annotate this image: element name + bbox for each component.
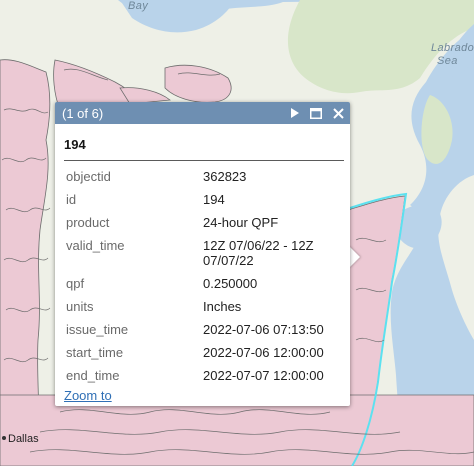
map-label-city: Dallas [8,433,39,445]
attribute-value: Inches [203,299,242,314]
attribute-row: valid_time 12Z 07/06/22 - 12Z 07/07/22 [66,234,336,272]
popup-pointer [349,246,360,268]
attribute-value: 0.250000 [203,276,258,291]
attribute-value: 24-hour QPF [203,215,279,230]
attribute-row: id 194 [66,188,336,211]
attribute-name: units [66,299,94,314]
attribute-row: start_time 2022-07-06 12:00:00 [66,341,336,364]
next-triangle-icon[interactable] [288,107,300,119]
attribute-value-line: 12Z 07/06/22 - 12Z [203,238,314,253]
attribute-name: end_time [66,368,120,383]
attribute-name: id [66,192,77,207]
attribute-name: product [66,215,110,230]
map-label-bay: Bay [128,0,149,12]
attribute-row: units Inches [66,295,336,318]
attribute-value: 2022-07-06 12:00:00 [203,345,324,360]
map-label-sea: Sea [437,55,458,67]
attribute-row: end_time 2022-07-07 12:00:00 [66,364,336,387]
attribute-row: issue_time 2022-07-06 07:13:50 [66,318,336,341]
title-divider [64,160,344,161]
header-actions [288,107,344,119]
attribute-name: objectid [66,169,111,184]
attribute-value: 362823 [203,169,247,184]
city-marker [2,436,6,440]
popup-header: (1 of 6) [55,102,350,124]
attribute-value: 2022-07-07 12:00:00 [203,368,324,383]
attribute-name: qpf [66,276,85,291]
maximize-icon[interactable] [310,107,322,119]
attribute-table: objectid 362823 id 194 product 24-hour Q… [66,165,336,387]
close-icon[interactable] [332,107,344,119]
attribute-value: 12Z 07/06/22 - 12Z 07/07/22 [203,234,336,272]
attribute-name: issue_time [66,322,129,337]
pagination-indicator: (1 of 6) [62,105,104,121]
attribute-value: 194 [203,192,225,207]
attribute-row: product 24-hour QPF [66,211,336,234]
popup-title: 194 [64,137,86,152]
attribute-value: 2022-07-06 07:13:50 [203,322,324,337]
zoom-to-link[interactable]: Zoom to [64,388,112,403]
map-label-labrador: Labrado [431,42,474,54]
attribute-name: valid_time [66,238,125,253]
attribute-name: start_time [66,345,124,360]
attribute-row: objectid 362823 [66,165,336,188]
attribute-value-line: 07/07/22 [203,253,254,268]
feature-popup: (1 of 6) 194 objectid 362823 id 194 prod… [55,102,350,406]
attribute-row: qpf 0.250000 [66,272,336,295]
